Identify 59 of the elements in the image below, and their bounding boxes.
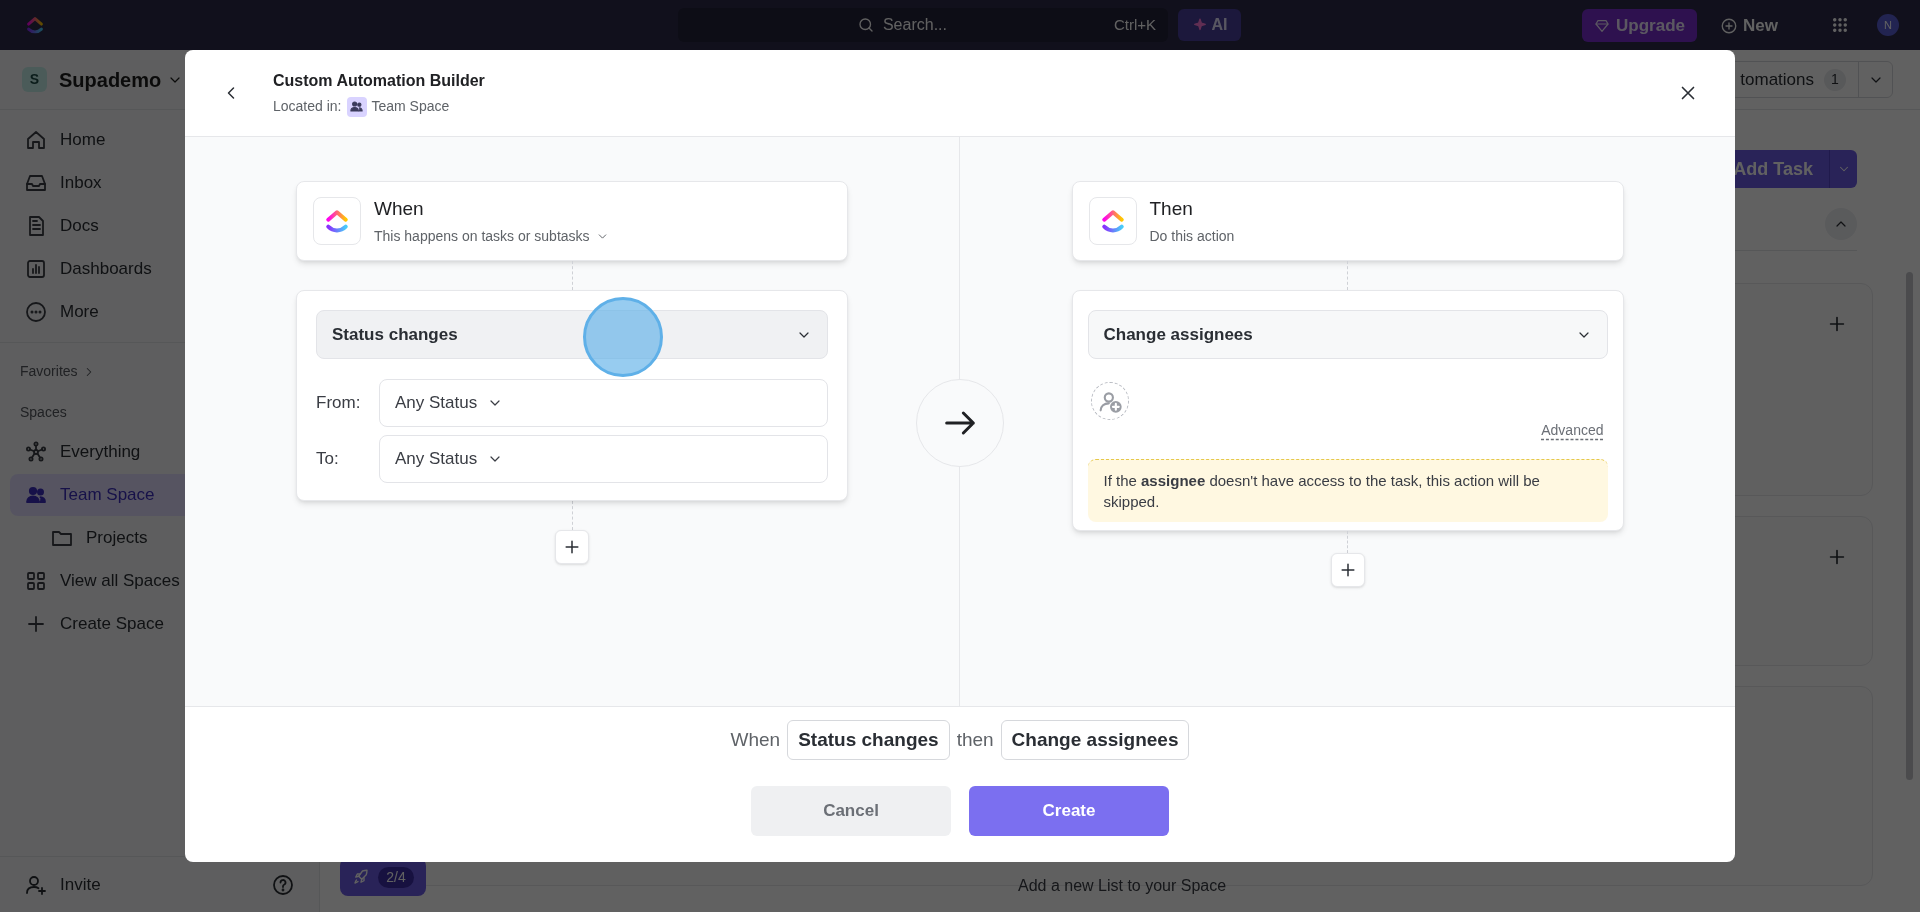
- workspace-switcher[interactable]: Supademo: [59, 64, 184, 95]
- event-select[interactable]: Status changes: [316, 310, 828, 359]
- nav-item[interactable]: Dashboards: [12, 248, 307, 290]
- warning-note: If the assignee doesn't have access to the task, this action will be skipped.: [1087, 459, 1608, 522]
- cancel-button[interactable]: Cancel: [751, 786, 951, 836]
- summary-trigger: Status changes: [787, 720, 950, 760]
- dashboards-icon: [24, 257, 48, 281]
- rocket-icon: [352, 868, 371, 886]
- summary-action: Change assignees: [1000, 720, 1190, 760]
- more-icon: [24, 300, 48, 324]
- field-label: From:: [316, 392, 362, 415]
- status-select[interactable]: Any Status: [379, 379, 828, 427]
- empty-hint: Add a new List to your Space: [1018, 876, 1227, 896]
- shortcut-hint: Ctrl+K: [1113, 14, 1156, 35]
- sidebar-item[interactable]: Everything: [10, 431, 309, 473]
- status-select[interactable]: Any Status: [379, 435, 828, 483]
- summary-text: then: [956, 727, 994, 752]
- add-step-button[interactable]: [1330, 553, 1365, 587]
- nav-item[interactable]: More: [12, 291, 307, 333]
- everything-icon: [24, 440, 48, 464]
- count-badge: 1: [1824, 68, 1846, 91]
- summary-text: When: [730, 727, 781, 752]
- favorites-toggle[interactable]: Favorites: [20, 361, 96, 382]
- help-button[interactable]: [271, 872, 295, 897]
- nav-item[interactable]: Docs: [12, 205, 307, 247]
- location-label: Located in:: [273, 97, 342, 116]
- card-title: When: [374, 197, 425, 222]
- card-subtitle: Do this action: [1149, 226, 1235, 246]
- new-button[interactable]: New: [1716, 9, 1782, 42]
- location-name: Team Space: [371, 97, 450, 116]
- event-select[interactable]: Change assignees: [1087, 310, 1608, 359]
- advanced-link[interactable]: Advanced: [1541, 420, 1604, 441]
- card-title: Then: [1149, 197, 1194, 222]
- sidebar-item[interactable]: View all Spaces: [10, 560, 309, 602]
- upgrade-button[interactable]: Upgrade: [1582, 9, 1697, 42]
- dialog-title: Custom Automation Builder: [273, 71, 486, 91]
- search-placeholder: Search...: [882, 15, 947, 35]
- logo-icon: [24, 14, 46, 36]
- home-icon: [24, 128, 48, 152]
- invite-button[interactable]: Invite: [24, 871, 101, 898]
- add-step-button[interactable]: [555, 530, 589, 564]
- nav-item[interactable]: Home: [12, 119, 307, 161]
- plus-circle-icon: [1720, 16, 1738, 35]
- section-label: Spaces: [19, 403, 68, 422]
- search-field[interactable]: Search... Ctrl+K: [678, 8, 1168, 42]
- collapse-button[interactable]: [1825, 208, 1857, 240]
- nav-item[interactable]: Inbox: [12, 162, 307, 204]
- workspace-avatar: S: [22, 67, 47, 92]
- create-button[interactable]: Create: [969, 786, 1169, 836]
- grid-icon: [1831, 16, 1849, 34]
- gem-icon: [1594, 17, 1610, 34]
- sparkle-icon: [1191, 17, 1208, 33]
- sidebar-item[interactable]: Projects: [10, 517, 309, 559]
- progress-badge: 2/4: [378, 866, 414, 888]
- search-icon: [856, 16, 875, 34]
- help-icon: [271, 872, 295, 897]
- field-label: To:: [316, 448, 340, 471]
- trigger-scope-dropdown[interactable]: This happens on tasks or subtasks: [374, 225, 609, 247]
- sidebar-item[interactable]: Create Space: [10, 603, 309, 645]
